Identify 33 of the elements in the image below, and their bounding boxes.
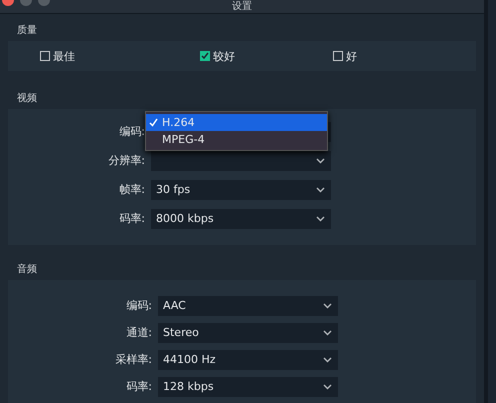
checkbox[interactable]: 好 bbox=[333, 48, 357, 64]
section-title: 质量 bbox=[16, 24, 38, 38]
chevron-down-icon bbox=[323, 384, 332, 390]
dropdown[interactable]: 44100 Hz bbox=[158, 350, 338, 370]
chevron-down-icon bbox=[323, 330, 332, 336]
chevron-down-icon bbox=[316, 186, 325, 192]
field-label: 通道: bbox=[125, 325, 153, 340]
field-label: 帧率: bbox=[118, 182, 146, 197]
dropdown[interactable]: 30 fps bbox=[151, 180, 331, 200]
checkbox[interactable]: 较好 bbox=[200, 48, 235, 64]
chevron-down-icon bbox=[323, 356, 332, 362]
checkmark-icon bbox=[149, 118, 158, 127]
checkbox[interactable]: 最佳 bbox=[40, 48, 75, 64]
dropdown[interactable] bbox=[151, 150, 331, 170]
dropdown[interactable]: 128 kbps bbox=[158, 376, 338, 396]
chevron-down-icon bbox=[323, 302, 332, 308]
section-title: 音频 bbox=[16, 262, 38, 277]
dropdown[interactable]: 8000 kbps bbox=[151, 208, 331, 228]
menu-item[interactable]: H.264 bbox=[146, 114, 327, 131]
field-label: 码率: bbox=[118, 211, 146, 226]
field-label: 采样率: bbox=[114, 352, 153, 367]
checkmark-icon bbox=[201, 52, 209, 60]
dropdown[interactable]: Stereo bbox=[158, 322, 338, 342]
section-title: 视频 bbox=[16, 92, 38, 106]
dropdown[interactable]: AAC bbox=[158, 296, 338, 316]
field-label: 编码: bbox=[125, 298, 153, 313]
field-label: 码率: bbox=[125, 379, 153, 394]
chevron-down-icon bbox=[316, 158, 325, 164]
chevron-down-icon bbox=[316, 216, 325, 222]
window-title: 设置 bbox=[232, 1, 252, 13]
field-label: 编码: bbox=[118, 124, 146, 139]
field-label: 分辨率: bbox=[107, 153, 146, 168]
menu-item[interactable]: MPEG-4 bbox=[146, 131, 327, 148]
